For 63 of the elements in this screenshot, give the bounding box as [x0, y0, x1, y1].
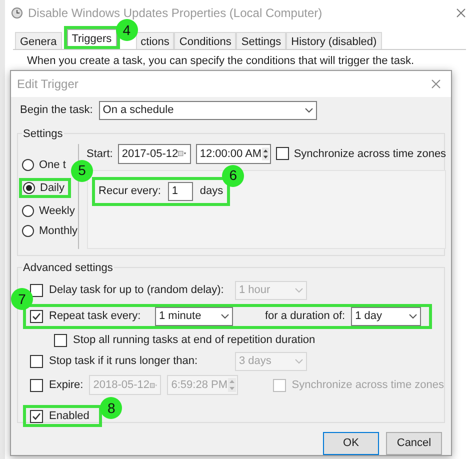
callout-badge: 4 [116, 19, 138, 41]
close-icon[interactable] [431, 78, 441, 89]
checkbox[interactable] [30, 284, 43, 297]
recur-field[interactable]: 1 [168, 182, 193, 201]
chevron-down-icon [304, 108, 313, 113]
radio-label: One t [39, 158, 66, 173]
callout-badge: 5 [71, 160, 93, 182]
stop-long-label: Stop task if it runs longer than: [49, 355, 198, 368]
checkbox[interactable] [276, 147, 289, 160]
calendar-icon [150, 380, 158, 390]
radio-button[interactable] [23, 182, 35, 194]
repeat-dropdown[interactable]: 1 minute [155, 307, 233, 326]
checkbox[interactable] [30, 410, 43, 422]
radio-button[interactable] [22, 224, 34, 237]
clock-icon [11, 7, 23, 19]
chevron-down-icon [221, 314, 229, 319]
checkbox[interactable] [30, 355, 43, 368]
schedule-dropdown[interactable]: On a schedule [98, 100, 317, 120]
radio-label: Daily [40, 180, 64, 196]
checkbox[interactable] [30, 378, 43, 392]
dialog-button[interactable]: Cancel [386, 432, 442, 455]
group-title: Advanced settings [22, 260, 114, 276]
duration-label: for a duration of: [265, 309, 346, 324]
intro-text: When you create a task, you can specify the conditions that will trigger the task. [27, 55, 414, 67]
radio-label: Monthly [39, 224, 78, 239]
expire-label: Expire: [49, 378, 84, 393]
stop-all-label: Stop all running tasks at end of repetition duration [73, 333, 316, 348]
dialog-button[interactable]: OK [323, 432, 379, 455]
enabled-label: Enabled [49, 408, 90, 424]
close-icon[interactable] [456, 8, 466, 18]
checkbox[interactable] [272, 378, 286, 392]
radio-button[interactable] [22, 158, 34, 171]
spinner-icon[interactable] [262, 146, 269, 161]
calendar-icon [178, 149, 187, 158]
chevron-down-icon [409, 314, 418, 319]
chevron-down-icon [295, 288, 303, 293]
tab[interactable]: Genera [15, 32, 62, 49]
sync-label: Synchronize across time zones [294, 146, 446, 162]
callout-badge: 8 [100, 397, 122, 419]
begin-label: Begin the task: [20, 103, 93, 118]
time-field[interactable]: 12:00:00 AM [196, 144, 271, 164]
callout-badge: 6 [222, 164, 244, 187]
tab[interactable]: Settings [236, 32, 286, 49]
recur-unit: days [200, 184, 224, 200]
tab[interactable]: Conditions [174, 32, 236, 49]
radio-label: Weekly [39, 204, 75, 219]
recur-label: Recur every: [98, 184, 161, 200]
repeat-label: Repeat task every: [49, 310, 141, 322]
date-picker[interactable]: 2017-05-12 [118, 144, 191, 164]
start-label: Start: [86, 146, 113, 162]
checkbox[interactable] [54, 334, 67, 347]
chevron-down-icon [295, 359, 303, 364]
dialog-title: Edit Trigger [17, 76, 78, 93]
tab[interactable]: ctions [136, 32, 174, 49]
tab[interactable]: History (disabled) [286, 32, 382, 49]
duration-dropdown[interactable]: 1 day [351, 307, 422, 326]
tab[interactable]: Triggers [66, 29, 117, 46]
checkbox[interactable] [30, 310, 43, 323]
delay-label: Delay task for up to (random delay): [49, 284, 224, 296]
radio-button[interactable] [22, 204, 34, 217]
window-title: Disable Windows Updates Properties (Local Computer) [28, 5, 322, 22]
expire-sync-label: Synchronize across time zones [292, 378, 444, 393]
callout-badge: 7 [11, 288, 33, 310]
